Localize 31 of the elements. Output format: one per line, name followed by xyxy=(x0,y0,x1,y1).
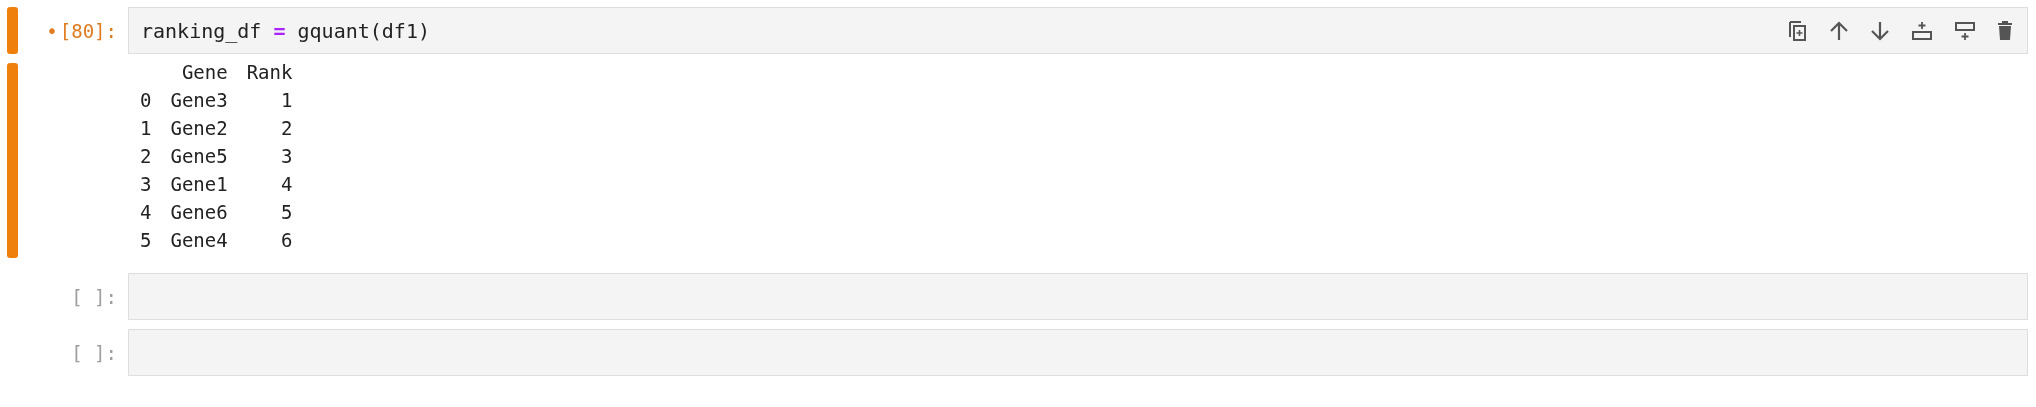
table-cell-text: Gene1 xyxy=(170,172,228,197)
cell-prompt: [ ]: xyxy=(70,285,118,308)
table-cell-text: Gene6 xyxy=(170,200,228,225)
cell-prompt: [ ]: xyxy=(70,341,118,364)
code-line: ranking_df = gquant(df1) xyxy=(141,18,430,43)
column-header: Rank xyxy=(246,60,293,85)
arrow-down-icon[interactable] xyxy=(1870,20,1890,41)
table-cell-text: 4 xyxy=(279,172,293,197)
table-cell-text: 3 xyxy=(279,144,293,169)
row-index: 2 xyxy=(140,144,152,169)
table-cell-text: 2 xyxy=(279,116,293,141)
row-index: 3 xyxy=(140,172,152,197)
table-cell-text: Gene3 xyxy=(170,88,228,113)
table-cell-text: 1 xyxy=(279,88,293,113)
row-index: 5 xyxy=(140,228,152,253)
insert-above-icon[interactable] xyxy=(1911,20,1933,41)
insert-below-icon[interactable] xyxy=(1954,20,1976,41)
code-editor[interactable]: ranking_df = gquant(df1) xyxy=(128,7,2028,54)
table-cell-text: Gene5 xyxy=(170,144,228,169)
table-cell-text: 6 xyxy=(279,228,293,253)
table-cell-text: 5 xyxy=(279,200,293,225)
row-index: 0 xyxy=(140,88,152,113)
table-cell-text: Gene2 xyxy=(170,116,228,141)
row-index: 4 xyxy=(140,200,152,225)
table-cell-text: Gene4 xyxy=(170,228,228,253)
column-header: Gene xyxy=(180,60,228,85)
row-index: 1 xyxy=(140,116,152,141)
cell-prompt: •[80]: xyxy=(45,19,118,42)
duplicate-icon[interactable] xyxy=(1788,19,1808,42)
trash-icon[interactable] xyxy=(1997,20,2013,41)
arrow-up-icon[interactable] xyxy=(1829,20,1849,41)
